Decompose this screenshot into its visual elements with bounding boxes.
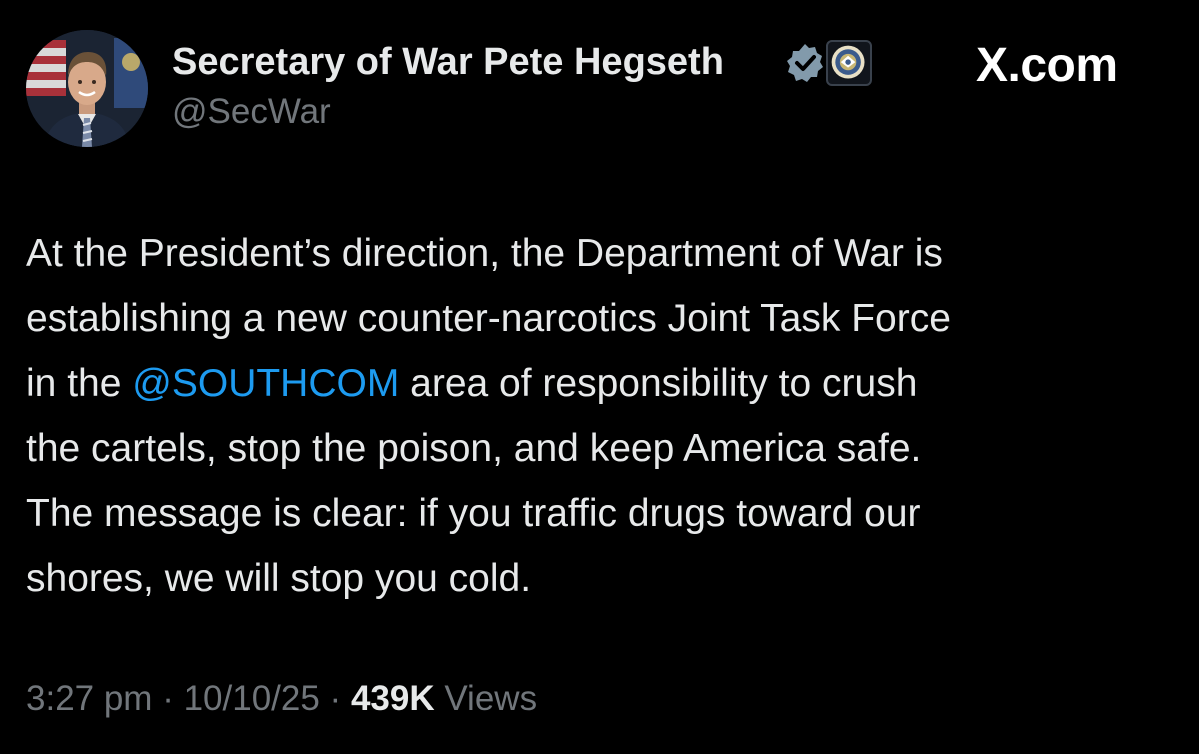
meta-separator: · (319, 679, 351, 718)
tweet-time[interactable]: 3:27 pm (26, 679, 152, 718)
mention-link-southcom[interactable]: @SOUTHCOM (132, 362, 399, 405)
tweet-text-segment: the cartels, stop the poison, and keep A… (26, 427, 922, 470)
tweet-line: in the @SOUTHCOM area of responsibility … (26, 351, 1186, 416)
tweet-text-segment: establishing a new counter-narcotics Joi… (26, 297, 951, 340)
author-handle[interactable]: @SecWar (172, 90, 331, 134)
tweet-line: At the President’s direction, the Depart… (26, 221, 1186, 286)
tweet-text-segment: area of responsibility to crush (399, 362, 918, 405)
meta-separator: · (152, 679, 184, 718)
tweet-line: shores, we will stop you cold. (26, 546, 1186, 611)
site-brand: X.com (976, 39, 1118, 92)
tweet-text: At the President’s direction, the Depart… (26, 221, 1186, 611)
tweet-text-segment: The message is clear: if you traffic dru… (26, 492, 921, 535)
avatar[interactable] (26, 30, 148, 147)
views-count[interactable]: 439K (351, 679, 435, 718)
author-display-name[interactable]: Secretary of War Pete Hegseth (172, 38, 724, 86)
verified-check-icon[interactable] (784, 42, 826, 84)
tweet-date[interactable]: 10/10/25 (184, 679, 320, 718)
department-seal-icon[interactable] (826, 40, 872, 86)
views-label: Views (434, 679, 538, 718)
tweet-text-segment: At the President’s direction, the Depart… (26, 232, 943, 275)
profile-photo (26, 30, 148, 147)
tweet-line: establishing a new counter-narcotics Joi… (26, 286, 1186, 351)
tweet-text-segment: shores, we will stop you cold. (26, 557, 532, 600)
tweet-metadata: 3:27 pm · 10/10/25 · 439K Views (26, 676, 537, 722)
tweet-line: The message is clear: if you traffic dru… (26, 481, 1186, 546)
flag-backdrop (26, 40, 66, 96)
tweet-text-segment: in the (26, 362, 133, 405)
tweet-line: the cartels, stop the poison, and keep A… (26, 416, 1186, 481)
